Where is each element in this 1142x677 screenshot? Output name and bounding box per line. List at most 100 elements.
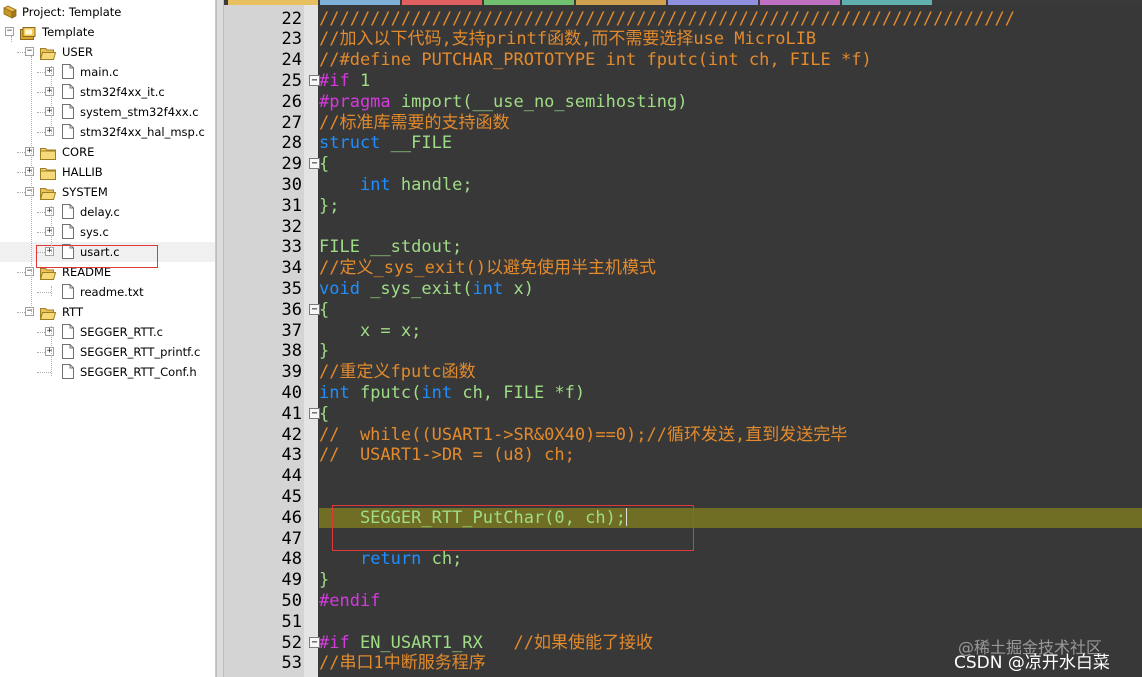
code-line[interactable]: 41−{ — [224, 404, 1142, 425]
tree-item-stm32f4xx-hal-msp-c[interactable]: + stm32f4xx_hal_msp.c — [0, 122, 215, 142]
code-text[interactable]: //#define PUTCHAR_PROTOTYPE int fputc(in… — [319, 50, 1142, 71]
code-text[interactable]: void _sys_exit(int x) — [319, 279, 1142, 300]
code-text[interactable] — [319, 466, 1142, 487]
code-line[interactable]: 22 //////////////////////////////////////… — [224, 9, 1142, 30]
expand-icon[interactable]: + — [25, 167, 34, 176]
tree-item-hallib[interactable]: + HALLIB — [0, 162, 215, 182]
line-number: 51 — [281, 611, 302, 632]
tree-item-readme-txt[interactable]: readme.txt — [0, 282, 215, 302]
code-line[interactable]: 27 //标准库需要的支持函数 — [224, 113, 1142, 134]
expand-icon[interactable]: + — [45, 207, 54, 216]
code-line[interactable]: 35 void _sys_exit(int x) — [224, 279, 1142, 300]
code-line[interactable]: 48 return ch; — [224, 549, 1142, 570]
collapse-icon[interactable]: − — [25, 267, 34, 276]
code-line[interactable]: 26 #pragma import(__use_no_semihosting) — [224, 92, 1142, 113]
code-text[interactable]: } — [319, 570, 1142, 591]
tree-item-user[interactable]: − USER — [0, 42, 215, 62]
tree-item-system[interactable]: − SYSTEM — [0, 182, 215, 202]
tree-item-label: USER — [62, 45, 93, 59]
code-line[interactable]: 49} — [224, 570, 1142, 591]
code-text[interactable]: #endif — [319, 591, 1142, 612]
code-text[interactable]: //加入以下代码,支持printf函数,而不需要选择use MicroLIB — [319, 29, 1142, 50]
code-text[interactable]: }; — [319, 196, 1142, 217]
tree-item-segger-rtt-conf-h[interactable]: SEGGER_RTT_Conf.h — [0, 362, 215, 382]
code-line[interactable]: 45 — [224, 487, 1142, 508]
code-line[interactable]: 51 — [224, 612, 1142, 633]
code-line[interactable]: 39 //重定义fputc函数 — [224, 362, 1142, 383]
code-line[interactable]: 50 #endif — [224, 591, 1142, 612]
code-text[interactable] — [319, 612, 1142, 633]
tree-item-stm32f4xx-it-c[interactable]: + stm32f4xx_it.c — [0, 82, 215, 102]
code-line[interactable]: 25− #if 1 — [224, 71, 1142, 92]
expand-icon[interactable]: + — [45, 107, 54, 116]
code-editor[interactable]: 22 //////////////////////////////////////… — [224, 0, 1142, 677]
tree-item-readme[interactable]: − README — [0, 262, 215, 282]
tree-item-segger-rtt-c[interactable]: + SEGGER_RTT.c — [0, 322, 215, 342]
code-line[interactable]: 34 //定义_sys_exit()以避免使用半主机模式 — [224, 258, 1142, 279]
collapse-icon[interactable]: − — [25, 47, 34, 56]
code-text[interactable]: #pragma import(__use_no_semihosting) — [319, 92, 1142, 113]
code-line[interactable]: 24 //#define PUTCHAR_PROTOTYPE int fputc(… — [224, 50, 1142, 71]
code-text[interactable]: x = x; — [319, 321, 1142, 342]
code-text[interactable]: { — [319, 154, 1142, 175]
code-line[interactable]: 46 SEGGER_RTT_PutChar(0, ch); — [224, 507, 1142, 529]
code-text[interactable]: FILE __stdout; — [319, 237, 1142, 258]
code-line[interactable]: 47 — [224, 529, 1142, 550]
code-text[interactable]: //标准库需要的支持函数 — [319, 113, 1142, 134]
code-line[interactable]: 36−{ — [224, 300, 1142, 321]
expand-icon[interactable]: + — [25, 147, 34, 156]
tree-item-main-c[interactable]: + main.c — [0, 62, 215, 82]
code-text[interactable]: // USART1->DR = (u8) ch; — [319, 445, 1142, 466]
code-text[interactable]: SEGGER_RTT_PutChar(0, ch); — [319, 507, 1142, 529]
code-line[interactable]: 32 — [224, 217, 1142, 238]
collapse-icon[interactable]: − — [5, 27, 14, 36]
code-text[interactable]: #if 1 — [319, 71, 1142, 92]
code-line[interactable]: 42 // while((USART1->SR&0X40)==0);//循环发送,… — [224, 425, 1142, 446]
code-text[interactable]: struct __FILE — [319, 133, 1142, 154]
code-line[interactable]: 28 struct __FILE — [224, 133, 1142, 154]
expand-icon[interactable]: + — [45, 247, 54, 256]
tree-item-template[interactable]: − Template — [0, 22, 215, 42]
expand-icon[interactable]: + — [45, 67, 54, 76]
project-title-row[interactable]: Project: Template — [0, 2, 215, 22]
code-line[interactable]: 23 //加入以下代码,支持printf函数,而不需要选择use MicroLIB — [224, 29, 1142, 50]
code-line[interactable]: 37 x = x; — [224, 321, 1142, 342]
panel-splitter[interactable] — [216, 0, 224, 677]
tree-item-sys-c[interactable]: + sys.c — [0, 222, 215, 242]
code-text[interactable]: ////////////////////////////////////////… — [319, 9, 1142, 30]
tree-item-delay-c[interactable]: + delay.c — [0, 202, 215, 222]
code-line[interactable]: 33 FILE __stdout; — [224, 237, 1142, 258]
code-text[interactable]: return ch; — [319, 549, 1142, 570]
code-line[interactable]: 40 int fputc(int ch, FILE *f) — [224, 383, 1142, 404]
code-text[interactable]: //定义_sys_exit()以避免使用半主机模式 — [319, 258, 1142, 279]
tree-item-segger-rtt-printf-c[interactable]: + SEGGER_RTT_printf.c — [0, 342, 215, 362]
code-line[interactable]: 31}; — [224, 196, 1142, 217]
code-text[interactable]: { — [319, 404, 1142, 425]
expand-icon[interactable]: + — [45, 87, 54, 96]
code-line[interactable]: 43 // USART1->DR = (u8) ch; — [224, 445, 1142, 466]
code-line[interactable]: 29−{ — [224, 154, 1142, 175]
code-text[interactable]: } — [319, 341, 1142, 362]
file-tab-strip[interactable] — [224, 0, 1142, 5]
tree-item-rtt[interactable]: − RTT — [0, 302, 215, 322]
tree-item-system-stm32f4xx-c[interactable]: + system_stm32f4xx.c — [0, 102, 215, 122]
expand-icon[interactable]: + — [45, 127, 54, 136]
code-text[interactable]: int fputc(int ch, FILE *f) — [319, 383, 1142, 404]
code-text[interactable]: { — [319, 300, 1142, 321]
code-text[interactable] — [319, 529, 1142, 550]
code-text[interactable] — [319, 217, 1142, 238]
expand-icon[interactable]: + — [45, 227, 54, 236]
expand-icon[interactable]: + — [45, 347, 54, 356]
code-text[interactable]: //重定义fputc函数 — [319, 362, 1142, 383]
code-line[interactable]: 30 int handle; — [224, 175, 1142, 196]
tree-item-core[interactable]: + CORE — [0, 142, 215, 162]
collapse-icon[interactable]: − — [25, 187, 34, 196]
tree-item-usart-c[interactable]: + usart.c — [0, 242, 215, 262]
code-line[interactable]: 44 — [224, 466, 1142, 487]
code-text[interactable] — [319, 487, 1142, 508]
expand-icon[interactable]: + — [45, 327, 54, 336]
collapse-icon[interactable]: − — [25, 307, 34, 316]
code-text[interactable]: // while((USART1->SR&0X40)==0);//循环发送,直到… — [319, 425, 1142, 446]
code-text[interactable]: int handle; — [319, 175, 1142, 196]
code-line[interactable]: 38} — [224, 341, 1142, 362]
